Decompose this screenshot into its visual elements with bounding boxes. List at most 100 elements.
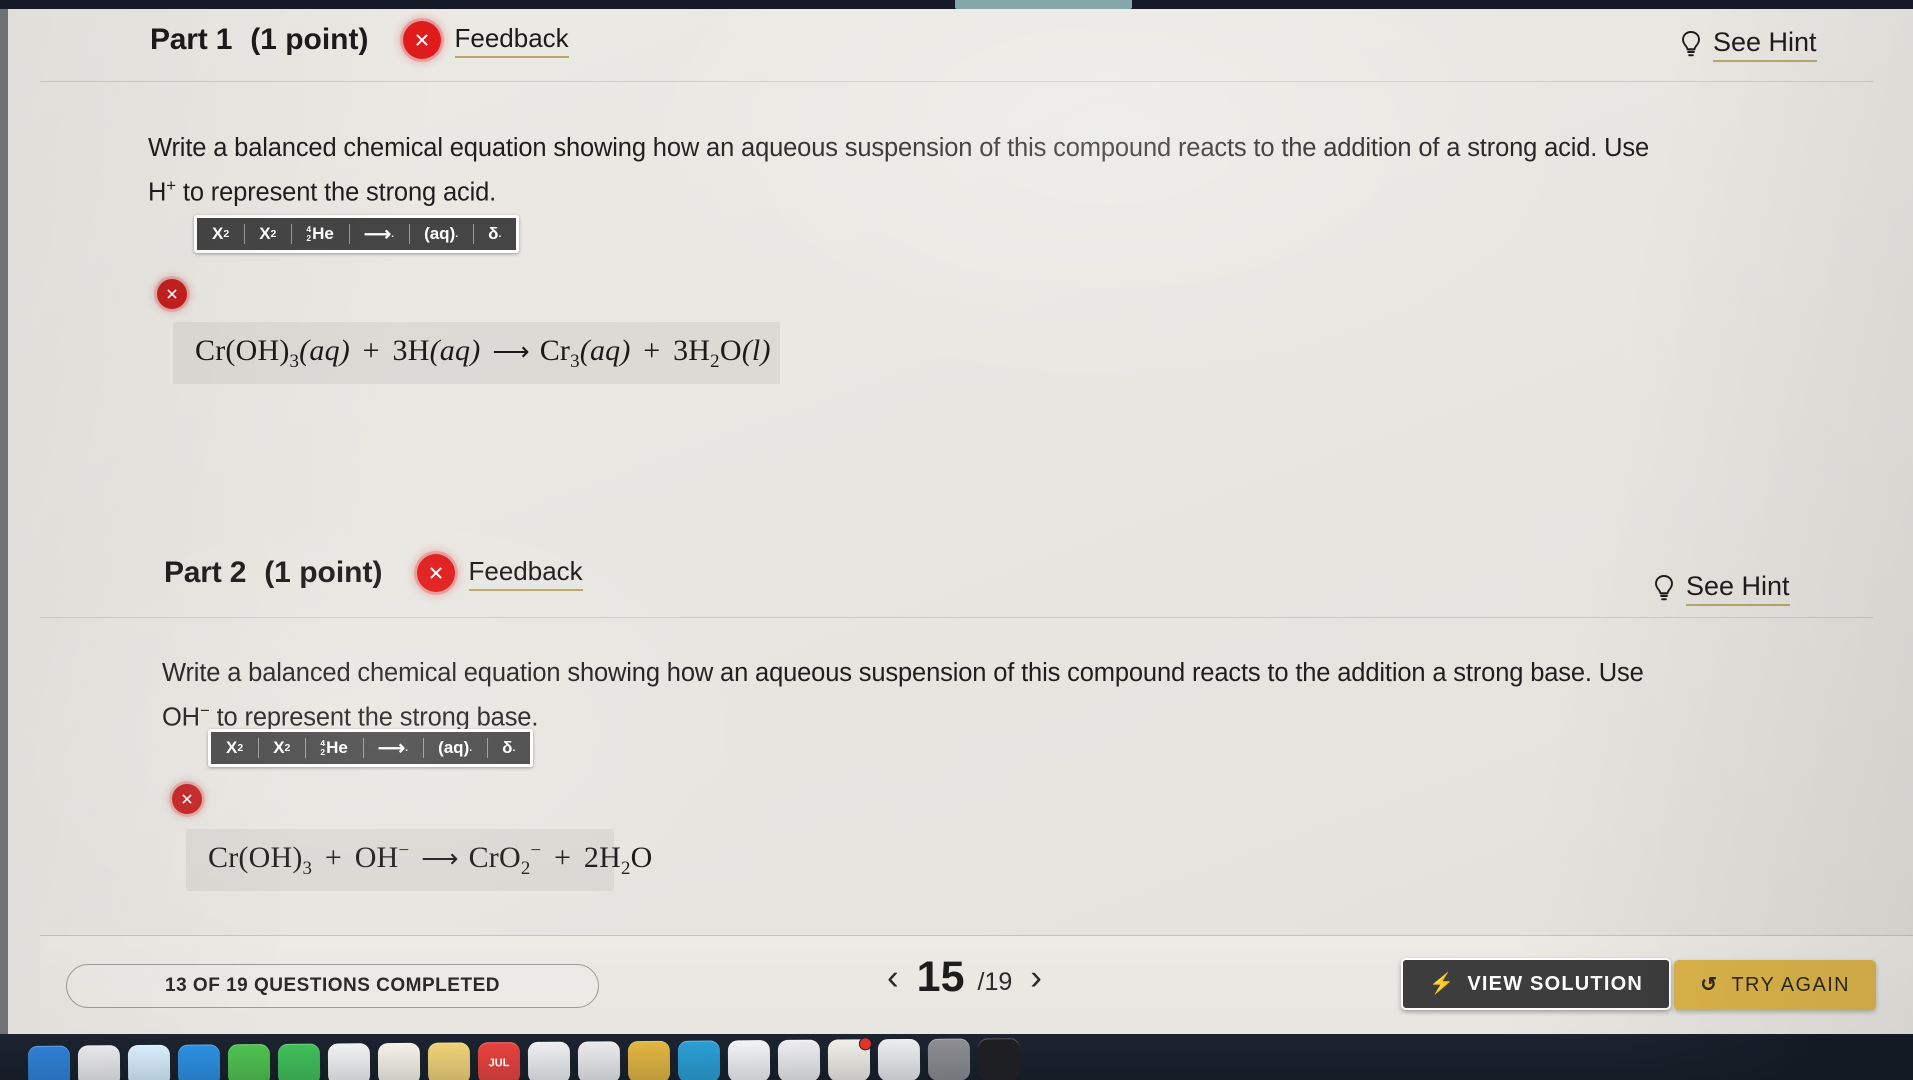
part-2-answer-equation: Cr(OH)3 + OH− ⟶ CrO2− + 2H2O [208, 840, 653, 880]
calendar-icon[interactable] [677, 1040, 721, 1080]
maps-icon[interactable] [377, 1042, 421, 1080]
part-2-equation-toolbar[interactable]: X2 X2 4 2 He ⟶. (aq). δ. [208, 729, 534, 767]
part-1-answer-equation: Cr(OH)3(aq) + 3H(aq) ⟶ Cr3(aq) + 3H2O(l) [195, 334, 771, 373]
toolbar-delta-dot: . [512, 742, 516, 754]
toolbar-phase-button[interactable]: (aq). [409, 218, 473, 250]
equation-token: ) [760, 333, 771, 367]
reminders-icon[interactable] [627, 1040, 671, 1080]
equation-token: ( [741, 333, 752, 367]
toolbar-isotope-numbers: 4 2 [320, 739, 325, 757]
toolbar-superscript-button[interactable]: X2 [211, 732, 258, 764]
numbers-icon[interactable] [777, 1039, 821, 1080]
part-2-see-hint[interactable]: See Hint [1653, 571, 1790, 606]
terminal-icon[interactable] [977, 1038, 1021, 1080]
facetime-icon[interactable] [277, 1043, 321, 1080]
equation-token: ) [620, 333, 631, 367]
part-1-equation-toolbar[interactable]: X2 X2 4 2 He ⟶. (aq). δ. [194, 215, 520, 253]
finder-icon[interactable] [27, 1045, 71, 1080]
dock-icon-glyph [678, 1040, 720, 1080]
equation-token: 3 [302, 858, 313, 879]
toolbar-phase-button[interactable]: (aq). [423, 732, 487, 764]
toolbar-subscript-mark: 2 [284, 742, 291, 754]
view-solution-button[interactable]: ⚡ VIEW SOLUTION [1401, 958, 1671, 1010]
dock-icon-glyph [278, 1044, 320, 1080]
toolbar-superscript-button[interactable]: X2 [197, 218, 244, 250]
equation-token: 3H [392, 333, 430, 367]
chevron-right-icon[interactable]: › [1028, 960, 1044, 995]
toolbar-isotope-button[interactable]: 4 2 He [305, 732, 362, 764]
chevron-left-icon[interactable]: ‹ [885, 960, 901, 995]
screen-photograph: Part 1 (1 point) Feedback See Hint Write… [0, 0, 1913, 1080]
music-icon[interactable]: JUL [477, 1042, 521, 1080]
toolbar-phase-dot: . [455, 228, 459, 240]
messages-icon[interactable] [227, 1043, 271, 1080]
browser-tab-strip-fragment [955, 0, 1132, 9]
part-1-answer-equation-box[interactable]: Cr(OH)3(aq) + 3H(aq) ⟶ Cr3(aq) + 3H2O(l) [173, 322, 780, 384]
dock-icon-glyph [228, 1044, 270, 1080]
part-1-prompt-line2-pre: H [148, 178, 167, 207]
toolbar-isotope-button[interactable]: 4 2 He [291, 218, 348, 250]
equation-token: ) [470, 333, 481, 367]
equation-token: aq [439, 333, 471, 367]
part-1-title: Part 1 [150, 23, 233, 56]
appstore-icon[interactable] [727, 1040, 771, 1080]
page-total-label: /19 [977, 968, 1013, 996]
equation-token: Cr [539, 333, 571, 367]
part-1-feedback-link[interactable]: Feedback [454, 23, 569, 58]
mail-icon[interactable] [177, 1044, 221, 1080]
toolbar-subscript-mark: 2 [270, 228, 277, 240]
equation-token: Cr(OH) [208, 841, 303, 874]
tv-icon[interactable] [577, 1041, 621, 1080]
equation-token: aq [309, 333, 340, 367]
part-2-answer-equation-box[interactable]: Cr(OH)3 + OH− ⟶ CrO2− + 2H2O [186, 829, 652, 891]
arrow-icon: ⟶ [377, 737, 406, 759]
dock-icon-list: JUL [27, 1037, 1021, 1080]
toolbar-reaction-arrow-button[interactable]: ⟶. [348, 218, 409, 250]
settings-icon[interactable] [927, 1038, 971, 1080]
part-1-divider [40, 81, 1873, 82]
part-1-see-hint[interactable]: See Hint [1680, 27, 1817, 62]
try-again-button[interactable]: ↺ TRY AGAIN [1674, 960, 1876, 1010]
toolbar-isotope-atomic: 2 [306, 233, 312, 243]
progress-pill: 13 OF 19 QUESTIONS COMPLETED [66, 964, 599, 1008]
equation-token: O [630, 841, 653, 874]
part-1-header: Part 1 (1 point) Feedback [150, 21, 569, 59]
toolbar-superscript-label: X [226, 738, 238, 757]
toolbar-superscript-mark: 2 [223, 228, 230, 240]
part-1-answer-error-icon [157, 279, 187, 309]
safari-icon[interactable] [127, 1044, 171, 1080]
toolbar-isotope-numbers: 4 2 [306, 225, 311, 243]
toolbar-delta-label: δ [502, 738, 513, 757]
dock-right-shadow [1613, 1034, 1913, 1080]
toolbar-reaction-arrow-button[interactable]: ⟶. [362, 732, 423, 764]
keynote-icon[interactable] [827, 1037, 872, 1080]
part-2-feedback-link[interactable]: Feedback [468, 556, 583, 591]
equation-token: 2 [520, 858, 531, 879]
part-2-prompt-line1: Write a balanced chemical equation showi… [162, 659, 1644, 687]
equation-token: + [354, 333, 388, 367]
part-2-title: Part 2 [164, 556, 247, 589]
part-1-prompt-line2-post: to represent the strong acid. [175, 178, 497, 207]
equation-token: + [635, 333, 669, 367]
toolbar-subscript-button[interactable]: X2 [244, 218, 291, 250]
part-2-prompt: Write a balanced chemical equation showi… [162, 654, 1644, 737]
dock-icon-glyph [78, 1045, 120, 1080]
toolbar-phase-dot: . [469, 742, 473, 754]
part-2-header: Part 2 (1 point) Feedback [164, 554, 583, 592]
podcasts-icon[interactable] [527, 1041, 571, 1080]
launchpad-icon[interactable] [77, 1045, 121, 1080]
toolbar-arrow-dot: . [391, 228, 395, 240]
dock-icon-glyph [178, 1044, 220, 1080]
toolbar-delta-button[interactable]: δ. [487, 732, 530, 764]
toolbar-delta-button[interactable]: δ. [473, 218, 516, 250]
equation-token: ( [299, 333, 310, 367]
pages-icon[interactable] [877, 1038, 921, 1080]
arrow-icon: ⟶ [363, 223, 392, 245]
part-1-prompt-line1: Write a balanced chemical equation showi… [148, 134, 1650, 162]
lightbulb-icon [1655, 574, 1673, 600]
equation-token: 3 [570, 350, 580, 372]
photos-icon[interactable] [327, 1043, 371, 1080]
view-solution-label: VIEW SOLUTION [1467, 972, 1643, 995]
notes-icon[interactable] [427, 1042, 471, 1080]
toolbar-subscript-button[interactable]: X2 [258, 732, 305, 764]
